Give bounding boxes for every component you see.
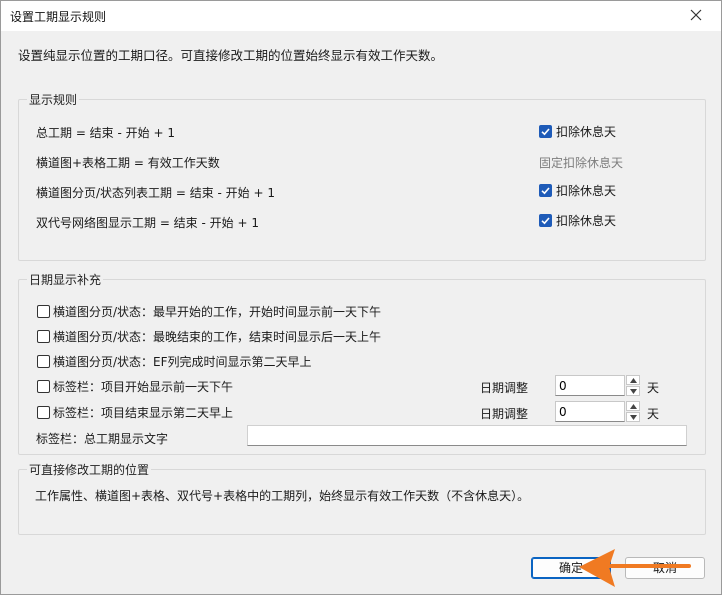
display-rules-title: 显示规则 [27,91,80,108]
start-date-adjust-input[interactable] [555,375,625,396]
rule-total-duration-checkbox[interactable] [539,125,552,138]
start-date-decrement-button[interactable] [626,386,640,396]
end-date-decrement-button[interactable] [626,412,640,422]
start-date-adjust-stepper [555,375,640,396]
date-supplement-title: 日期显示补充 [27,271,104,288]
editable-positions-text: 工作属性、横道图+表格、双代号+表格中的工期列，始终显示有效工作天数（不含休息天… [35,489,530,503]
start-date-increment-button[interactable] [626,375,640,385]
checkmark-icon [541,217,550,225]
total-duration-text-field[interactable] [247,425,687,446]
rule-total-duration-option[interactable]: 扣除休息天 [556,123,616,140]
display-rules-group: 显示规则 总工期 = 结束 - 开始 + 1 扣除休息天 横道图+表格工期 = … [18,91,706,261]
editable-positions-title: 可直接修改工期的位置 [27,461,152,478]
start-date-adjust-label: 日期调整 [480,381,529,395]
rule-total-duration-label: 总工期 = 结束 - 开始 + 1 [36,126,175,140]
editable-positions-group: 可直接修改工期的位置 工作属性、横道图+表格、双代号+表格中的工期列，始终显示有… [18,461,706,535]
rule-gantt-page-checkbox[interactable] [539,184,552,197]
total-duration-text-label: 标签栏：总工期显示文字 [36,432,169,446]
end-date-adjust-input[interactable] [555,401,625,422]
settings-dialog: 设置工期显示规则 设置纯显示位置的工期口径。可直接修改工期的位置始终显示有效工作… [0,0,722,595]
tab-project-start-checkbox[interactable] [37,380,50,393]
end-date-adjust-unit: 天 [647,407,660,421]
tab-project-end-checkbox[interactable] [37,406,50,419]
tab-project-start-label[interactable]: 标签栏：项目开始显示前一天下午 [53,378,233,395]
arrow-down-icon [630,389,637,394]
start-date-adjust-unit: 天 [647,381,660,395]
close-icon [690,9,702,21]
end-date-adjust-stepper [555,401,640,422]
ok-button[interactable]: 确定 [531,557,611,579]
dialog-description: 设置纯显示位置的工期口径。可直接修改工期的位置始终显示有效工作天数。 [18,48,444,63]
rule-network-checkbox[interactable] [539,214,552,227]
rule-gantt-page-label: 横道图分页/状态列表工期 = 结束 - 开始 + 1 [36,186,276,200]
cancel-button[interactable]: 取消 [625,557,705,579]
latest-finish-label[interactable]: 横道图分页/状态：最晚结束的工作，结束时间显示后一天上午 [53,328,381,345]
rule-gantt-table-label: 横道图+表格工期 = 有效工作天数 [36,156,220,170]
title-bar: 设置工期显示规则 [1,1,721,31]
arrow-down-icon [630,415,637,420]
earliest-start-label[interactable]: 横道图分页/状态：最早开始的工作，开始时间显示前一天下午 [53,303,381,320]
tab-project-end-label[interactable]: 标签栏：项目结束显示第二天早上 [53,404,233,421]
ef-column-checkbox[interactable] [37,355,50,368]
end-date-adjust-label: 日期调整 [480,407,529,421]
earliest-start-checkbox[interactable] [37,305,50,318]
checkmark-icon [541,187,550,195]
rule-network-option[interactable]: 扣除休息天 [556,212,616,229]
arrow-up-icon [630,404,637,409]
rule-gantt-table-fixed-option: 固定扣除休息天 [539,156,624,170]
date-supplement-group: 日期显示补充 横道图分页/状态：最早开始的工作，开始时间显示前一天下午 横道图分… [18,271,706,455]
rule-network-label: 双代号网络图显示工期 = 结束 - 开始 + 1 [36,216,259,230]
dialog-title: 设置工期显示规则 [10,10,107,24]
latest-finish-checkbox[interactable] [37,330,50,343]
checkmark-icon [541,128,550,136]
close-button[interactable] [687,6,705,24]
end-date-increment-button[interactable] [626,401,640,411]
arrow-up-icon [630,378,637,383]
rule-gantt-page-option[interactable]: 扣除休息天 [556,182,616,199]
ef-column-label[interactable]: 横道图分页/状态：EF列完成时间显示第二天早上 [53,353,312,370]
